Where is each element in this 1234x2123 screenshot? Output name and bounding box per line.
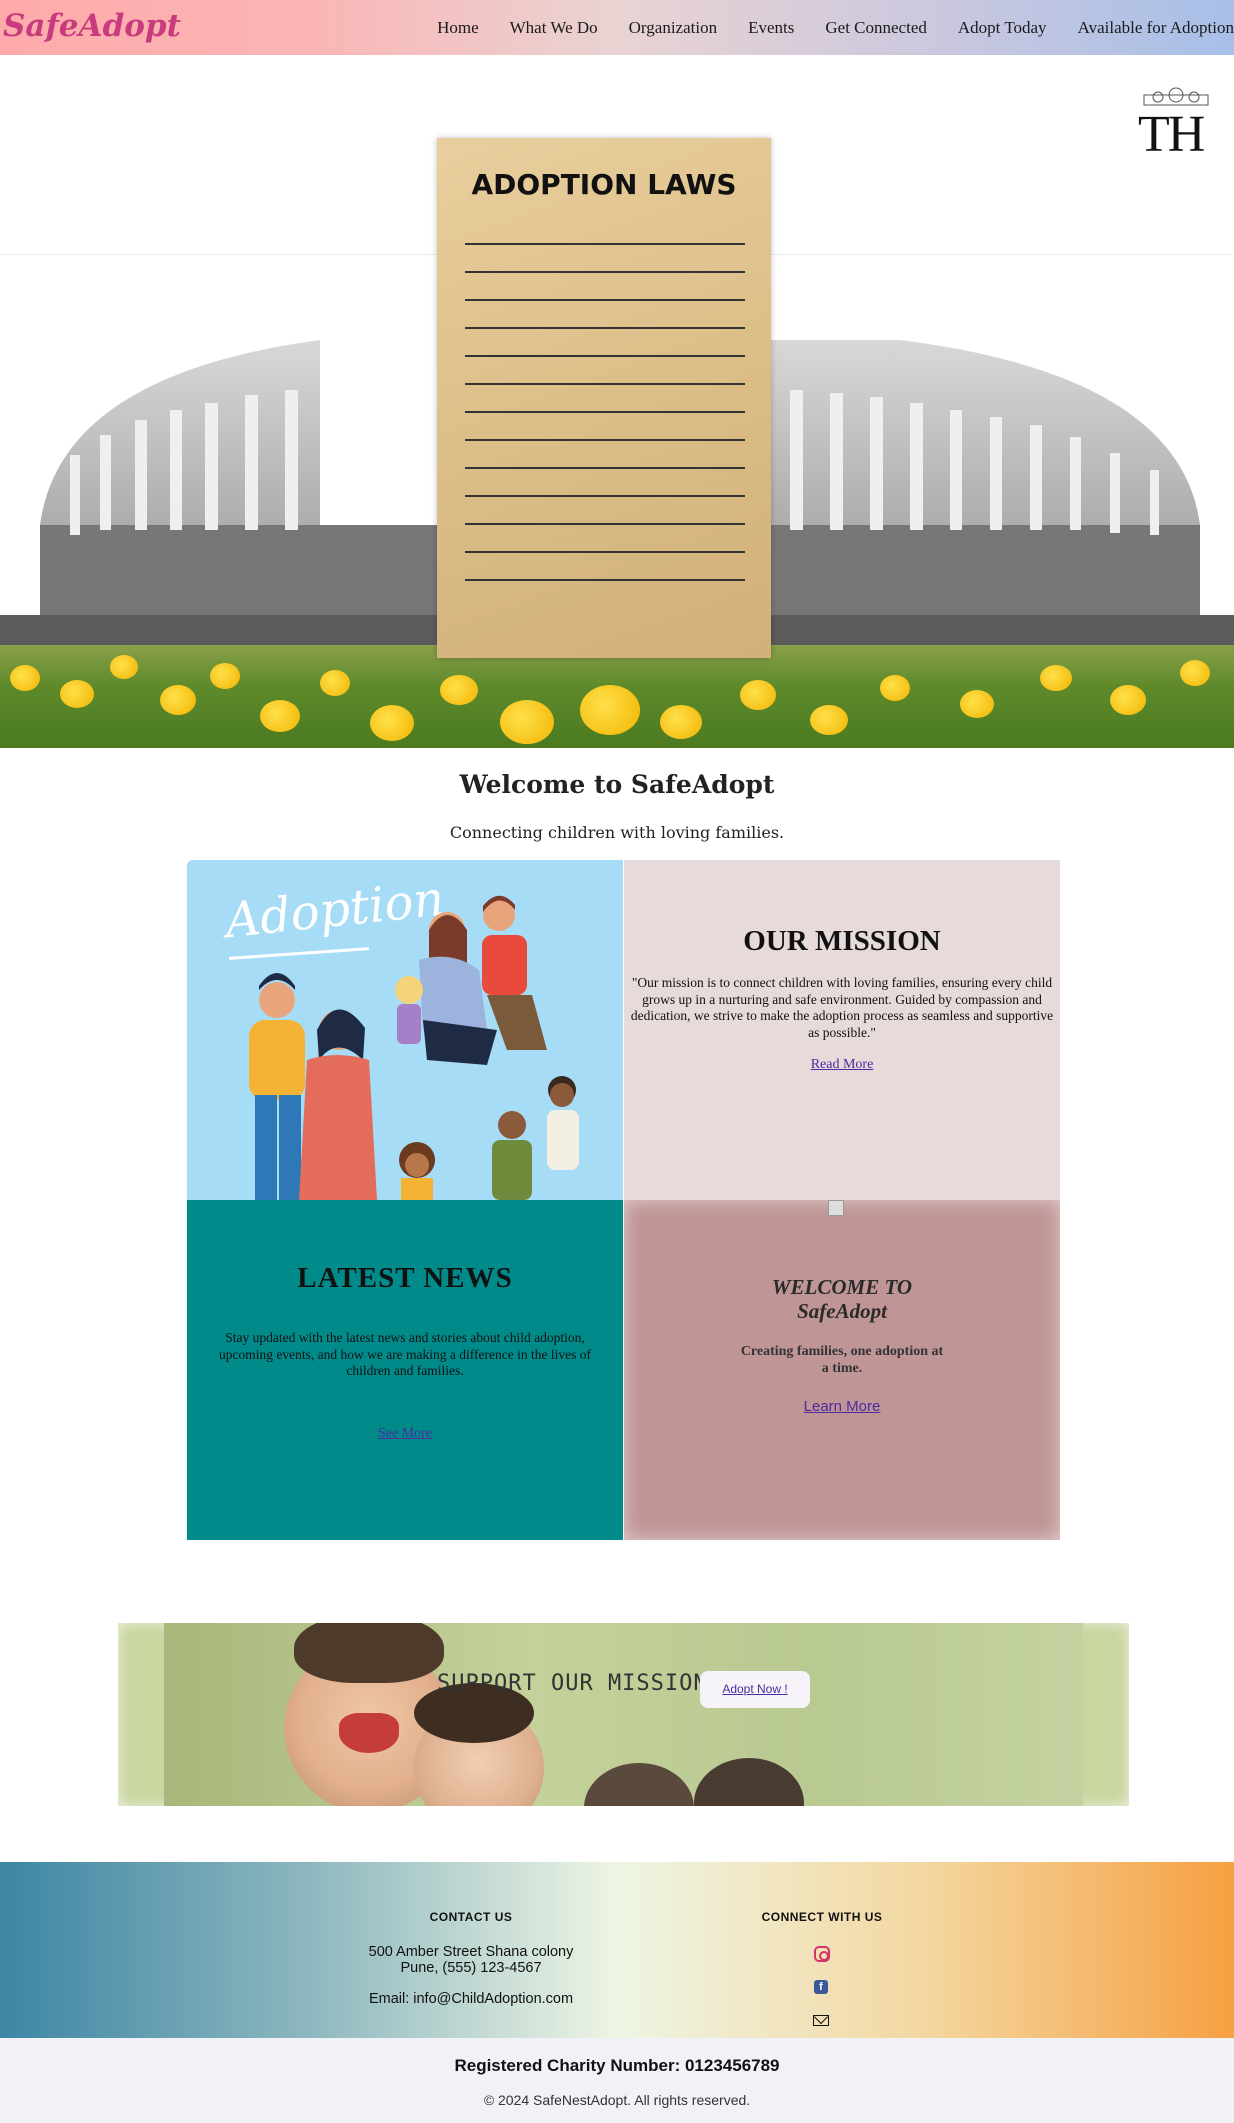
adoption-illustration: Adoption bbox=[187, 860, 623, 1200]
adopt-now-button[interactable]: Adopt Now ! bbox=[700, 1671, 810, 1708]
site-logo[interactable]: SafeAdopt bbox=[3, 8, 181, 44]
flower-bed bbox=[0, 645, 1234, 748]
news-see-more-link[interactable]: See More bbox=[187, 1426, 623, 1442]
contact-heading: CONTACT US bbox=[429, 1910, 513, 1924]
welcome-subtitle: Connecting children with loving families… bbox=[449, 823, 785, 842]
news-heading: LATEST NEWS bbox=[297, 1262, 513, 1294]
copyright: © 2024 SafeNestAdopt. All rights reserve… bbox=[483, 2092, 751, 2108]
support-banner-title: SUPPORT OUR MISSION bbox=[437, 1671, 708, 1696]
hero-image: TH ADOPTION LAWS bbox=[0, 55, 1234, 748]
instagram-icon[interactable] bbox=[814, 1946, 830, 1962]
contact-address: 500 Amber Street Shana colony Pune, (555… bbox=[337, 1944, 605, 1976]
welcome-card-heading-line1: WELCOME TO bbox=[771, 1275, 913, 1299]
broken-image-icon bbox=[828, 1200, 844, 1216]
welcome-card-learn-more-link[interactable]: Learn More bbox=[624, 1398, 1060, 1415]
welcome-card-text-line2: a time. bbox=[821, 1361, 863, 1376]
family-figures-image bbox=[249, 895, 579, 1200]
welcome-card-heading: WELCOME TO SafeAdopt bbox=[624, 1275, 1060, 1323]
adoption-laws-document: ADOPTION LAWS bbox=[437, 138, 771, 658]
mission-card: OUR MISSION "Our mission is to connect c… bbox=[624, 860, 1060, 1200]
welcome-card-text: Creating families, one adoption at a tim… bbox=[624, 1343, 1060, 1377]
mission-read-more-link[interactable]: Read More bbox=[624, 1057, 1060, 1073]
nav-get-connected[interactable]: Get Connected bbox=[825, 18, 927, 38]
connect-heading: CONNECT WITH US bbox=[761, 1910, 883, 1924]
nav-adopt-today[interactable]: Adopt Today bbox=[958, 18, 1047, 38]
nav-organization[interactable]: Organization bbox=[629, 18, 717, 38]
mail-icon[interactable] bbox=[813, 2015, 829, 2026]
welcome-card-heading-line2: SafeAdopt bbox=[797, 1299, 887, 1323]
news-card: LATEST NEWS Stay updated with the latest… bbox=[187, 1200, 623, 1540]
nav-what-we-do[interactable]: What We Do bbox=[510, 18, 598, 38]
th-watermark-logo: TH bbox=[1136, 85, 1216, 163]
nav-available-for-adoption[interactable]: Available for Adoption bbox=[1078, 18, 1234, 38]
facebook-icon[interactable]: f bbox=[814, 1980, 828, 1994]
main-menu: Home What We Do Organization Events Get … bbox=[406, 0, 1234, 55]
nav-events[interactable]: Events bbox=[748, 18, 794, 38]
news-text: Stay updated with the latest news and st… bbox=[218, 1330, 591, 1378]
mission-text: "Our mission is to connect children with… bbox=[630, 975, 1054, 1040]
address-line2: Pune, (555) 123-4567 bbox=[400, 1960, 542, 1976]
address-line1: 500 Amber Street Shana colony bbox=[368, 1944, 574, 1960]
support-banner bbox=[164, 1623, 1083, 1806]
welcome-card: WELCOME TO SafeAdopt Creating families, … bbox=[624, 1200, 1060, 1540]
feature-grid: Adoption OUR MISSION "Our mission is to … bbox=[187, 860, 1060, 1540]
footer bbox=[0, 1862, 1234, 2038]
charity-number: Registered Charity Number: 0123456789 bbox=[454, 2056, 780, 2075]
th-watermark-text: TH bbox=[1138, 106, 1205, 163]
paper-title: ADOPTION LAWS bbox=[471, 168, 737, 201]
welcome-heading: Welcome to SafeAdopt bbox=[459, 770, 775, 799]
nav-home[interactable]: Home bbox=[437, 18, 479, 38]
mission-heading: OUR MISSION bbox=[743, 925, 941, 957]
welcome-card-text-line1: Creating families, one adoption at bbox=[740, 1344, 944, 1359]
bottom-bar bbox=[0, 2038, 1234, 2123]
top-navbar: SafeAdopt Home What We Do Organization E… bbox=[0, 0, 1234, 55]
contact-email: Email: info@ChildAdoption.com bbox=[368, 1991, 574, 2007]
